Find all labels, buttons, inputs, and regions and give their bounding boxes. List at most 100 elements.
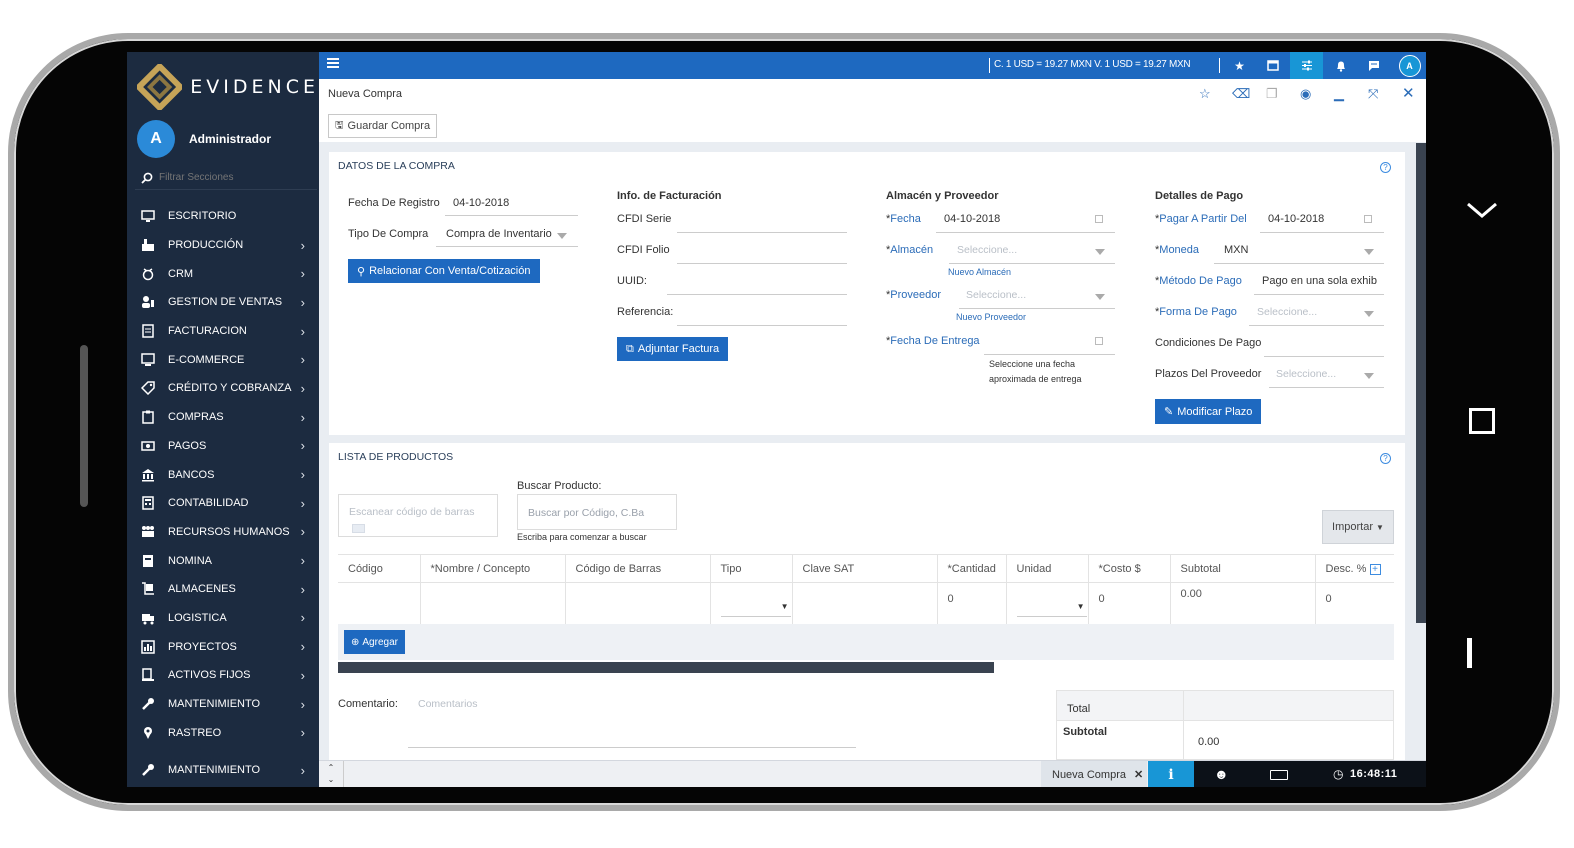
sidebar-item-escritorio[interactable]: ESCRITORIO xyxy=(127,202,319,231)
sidebar-item-mantenimiento-bottom[interactable]: MANTENIMIENTO › xyxy=(127,756,319,785)
home-bar-icon[interactable] xyxy=(1467,638,1472,668)
barcode-input[interactable]: Escanear código de barras xyxy=(338,494,498,537)
keyboard-icon[interactable] xyxy=(1270,770,1288,780)
column-header[interactable]: *Cantidad xyxy=(937,554,1007,583)
column-header[interactable]: Código xyxy=(338,554,421,583)
save-button[interactable]: 🖫 Guardar Compra xyxy=(328,114,438,138)
unidad-cell[interactable]: ▼ xyxy=(1006,582,1089,625)
column-header[interactable]: Código de Barras xyxy=(565,554,711,583)
close-tab-icon[interactable]: ✕ xyxy=(1134,768,1143,781)
nuevo-proveedor-link[interactable]: Nuevo Proveedor xyxy=(956,312,1026,322)
sidebar-item-compras[interactable]: COMPRAS › xyxy=(127,403,319,432)
clave-sat-cell[interactable] xyxy=(792,582,938,625)
column-header[interactable]: *Costo $ xyxy=(1088,554,1171,583)
column-header[interactable]: Subtotal xyxy=(1170,554,1316,583)
sidebar-item-gestion-ventas[interactable]: GESTION DE VENTAS › xyxy=(127,288,319,317)
comentario-input[interactable]: Comentarios xyxy=(418,698,478,710)
costo-cell[interactable]: 0 xyxy=(1088,582,1171,625)
user-avatar[interactable]: A xyxy=(1393,52,1426,79)
scroll-updown-icon[interactable]: ⌃ ⌄ xyxy=(319,761,344,787)
sidebar-item-rastreo[interactable]: RASTREO › xyxy=(127,718,319,747)
calendar-icon[interactable] xyxy=(1095,337,1103,345)
pagar-value[interactable]: 04-10-2018 xyxy=(1268,213,1324,225)
cantidad-cell[interactable]: 0 xyxy=(937,582,1007,625)
sidebar-item-nomina[interactable]: NOMINA › xyxy=(127,546,319,575)
column-header[interactable]: Tipo xyxy=(710,554,793,583)
agregar-button[interactable]: ⊕ Agregar xyxy=(344,630,405,654)
calendar-icon[interactable] xyxy=(1364,215,1372,223)
desc-cell[interactable]: 0 xyxy=(1315,583,1394,625)
smiley-icon[interactable]: ☻ xyxy=(1214,766,1229,782)
sidebar-item-proyectos[interactable]: PROYECTOS › xyxy=(127,632,319,661)
importar-button[interactable]: Importar ▼ xyxy=(1322,510,1394,544)
fecha-value[interactable]: 04-10-2018 xyxy=(944,213,1000,225)
proveedor-select[interactable]: Seleccione... xyxy=(966,289,1026,301)
metodo-select[interactable]: Pago en una sola exhibi xyxy=(1262,275,1377,287)
chevron-down-icon[interactable] xyxy=(1466,195,1498,227)
cfdi-serie-input[interactable] xyxy=(677,232,847,233)
calendar-icon[interactable] xyxy=(1095,215,1103,223)
tipo-compra-select[interactable]: Compra de Inventario xyxy=(446,228,552,240)
plazos-select[interactable]: Seleccione... xyxy=(1276,368,1336,380)
minimize-icon[interactable]: ▁ xyxy=(1334,86,1344,102)
column-header[interactable]: Unidad xyxy=(1006,554,1089,583)
sidebar-item-logistica[interactable]: LOGISTICA › xyxy=(127,604,319,633)
eye-icon[interactable]: ◉ xyxy=(1300,86,1311,102)
recent-apps-icon[interactable] xyxy=(1469,408,1495,434)
add-column-icon[interactable]: + xyxy=(1369,563,1381,575)
sidebar-item-almacenes[interactable]: ALMACENES › xyxy=(127,575,319,604)
filter-input[interactable] xyxy=(159,172,299,183)
sidebar-item-produccion[interactable]: PRODUCCIÓN › xyxy=(127,231,319,260)
almacen-select[interactable]: Seleccione... xyxy=(957,244,1017,256)
fecha-registro-value[interactable]: 04-10-2018 xyxy=(453,197,509,209)
sidebar-item-crm[interactable]: CRM › xyxy=(127,259,319,288)
hamburger-menu-icon[interactable] xyxy=(327,58,339,70)
nombre-cell[interactable] xyxy=(420,582,566,625)
chat-icon[interactable] xyxy=(1357,52,1390,79)
adjuntar-factura-button[interactable]: ⧉ Adjuntar Factura xyxy=(617,337,729,361)
brand-logo[interactable]: EVIDENCE xyxy=(137,62,319,112)
forma-select[interactable]: Seleccione... xyxy=(1257,306,1317,318)
close-icon[interactable]: ✕ xyxy=(1402,84,1415,102)
sidebar-item-facturacion[interactable]: FACTURACION › xyxy=(127,317,319,346)
help-icon[interactable]: ? xyxy=(1380,453,1391,464)
modificar-plazo-button[interactable]: ✎ Modificar Plazo xyxy=(1155,399,1262,424)
vertical-scrollbar[interactable] xyxy=(1416,143,1426,623)
eraser-icon[interactable]: ⌫ xyxy=(1232,86,1250,102)
cfdi-folio-input[interactable] xyxy=(677,263,847,264)
referencia-input[interactable] xyxy=(677,325,847,326)
codigo-cell[interactable] xyxy=(338,582,421,625)
column-header[interactable]: *Nombre / Concepto xyxy=(420,554,566,583)
sidebar-item-bancos[interactable]: BANCOS › xyxy=(127,460,319,489)
help-icon[interactable]: ? xyxy=(1380,162,1391,173)
restore-icon[interactable]: ❐ xyxy=(1266,86,1278,102)
sidebar-item-activos-fijos[interactable]: ACTIVOS FIJOS › xyxy=(127,661,319,690)
sidebar-item-mantenimiento[interactable]: MANTENIMIENTO › xyxy=(127,690,319,719)
column-header[interactable]: Clave SAT xyxy=(792,554,938,583)
open-tab[interactable]: Nueva Compra ✕ xyxy=(1041,761,1147,787)
condiciones-input[interactable] xyxy=(1264,356,1384,357)
sidebar-item-recursos-humanos[interactable]: RECURSOS HUMANOS › xyxy=(127,518,319,547)
column-header[interactable]: Desc. % + xyxy=(1315,554,1394,583)
tipo-cell[interactable]: ▼ xyxy=(710,582,793,625)
horizontal-scrollbar[interactable] xyxy=(338,662,994,673)
favorite-icon[interactable]: ☆ xyxy=(1199,86,1211,102)
window-icon[interactable] xyxy=(1256,52,1289,79)
user-profile[interactable]: A Administrador xyxy=(137,120,271,158)
bell-icon[interactable] xyxy=(1324,52,1357,79)
search-product-input[interactable]: Buscar por Código, C.Ba xyxy=(517,494,677,530)
settings-sliders-icon[interactable] xyxy=(1290,52,1323,79)
relacionar-button[interactable]: ⚲ Relacionar Con Venta/Cotización xyxy=(348,259,540,283)
sidebar-item-contabilidad[interactable]: CONTABILIDAD › xyxy=(127,489,319,518)
expand-icon[interactable]: ⤧ xyxy=(1368,86,1378,102)
checkbox[interactable] xyxy=(352,524,365,533)
nuevo-almacen-link[interactable]: Nuevo Almacén xyxy=(948,267,1011,277)
sidebar-item-ecommerce[interactable]: E-COMMERCE › xyxy=(127,345,319,374)
star-icon[interactable]: ★ xyxy=(1223,52,1256,79)
codigo-barras-cell[interactable] xyxy=(565,582,711,625)
sidebar-item-pagos[interactable]: PAGOS › xyxy=(127,432,319,461)
sidebar-item-credito[interactable]: CRÉDITO Y COBRANZA › xyxy=(127,374,319,403)
info-icon[interactable]: i xyxy=(1148,761,1194,787)
moneda-select[interactable]: MXN xyxy=(1224,244,1248,256)
fecha-entrega-input[interactable] xyxy=(984,354,1115,355)
